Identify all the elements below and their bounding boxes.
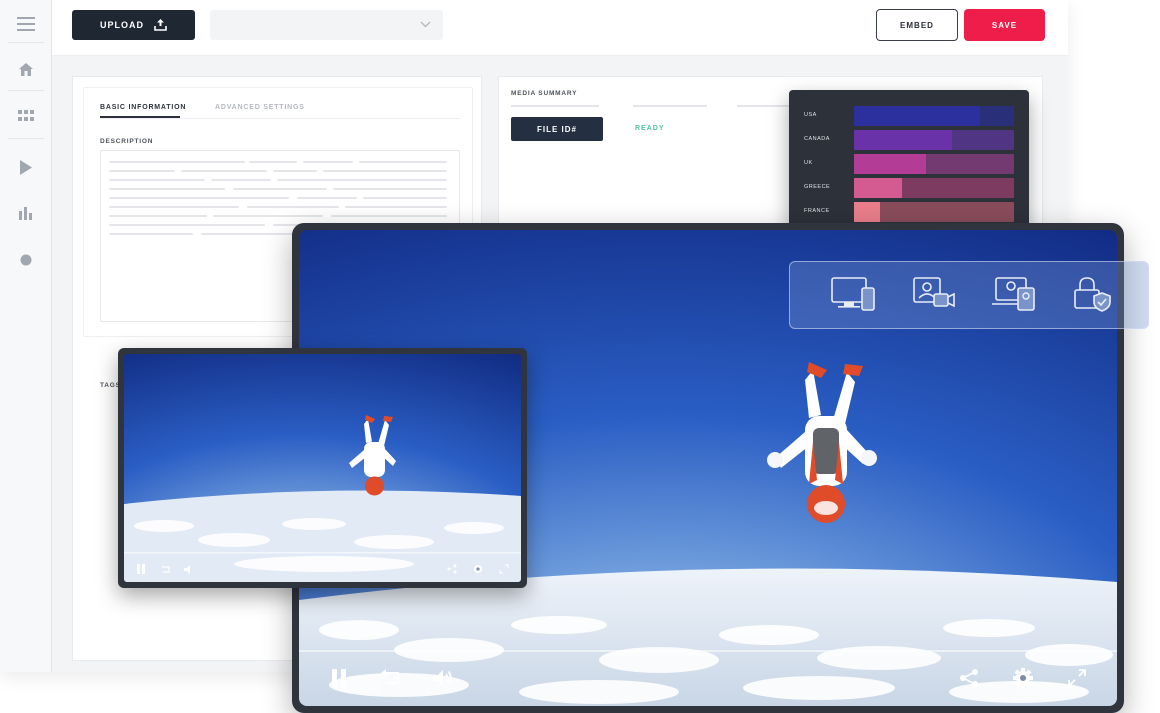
top-toolbar: UPLOAD EMBED SAVE	[52, 0, 1068, 56]
tab-advanced-settings[interactable]: ADVANCED SETTINGS	[215, 104, 305, 111]
home-icon[interactable]	[16, 59, 36, 79]
stat-bar-track	[854, 178, 1014, 198]
devices-bar	[789, 261, 1149, 329]
replay-icon[interactable]	[158, 562, 172, 576]
stat-country-label: GREECE	[804, 184, 831, 190]
file-id-button[interactable]: FILE ID#	[511, 117, 603, 141]
tab-basic-information[interactable]: BASIC INFORMATION	[100, 104, 186, 111]
volume-icon[interactable]	[429, 664, 457, 692]
status-badge: READY	[635, 125, 665, 132]
settings-icon[interactable]	[1009, 664, 1037, 692]
menu-icon[interactable]	[16, 14, 36, 34]
stat-country-label: USA	[804, 112, 817, 118]
media-select-dropdown[interactable]	[210, 10, 443, 40]
upload-icon	[154, 18, 167, 33]
stat-bar-track	[854, 202, 1014, 222]
share-icon[interactable]	[955, 664, 983, 692]
stat-bar-track	[854, 106, 1014, 126]
media-summary-title: MEDIA SUMMARY	[511, 90, 578, 97]
video-call-icon	[912, 276, 958, 316]
screen-share-icon	[992, 276, 1038, 316]
stat-bar-fill	[854, 154, 926, 174]
pause-icon[interactable]	[325, 664, 353, 692]
share-icon[interactable]	[445, 562, 459, 576]
play-icon[interactable]	[16, 157, 36, 177]
player-controls	[299, 650, 1117, 706]
stat-row: UK	[789, 154, 1029, 174]
stat-row: CANADA	[789, 130, 1029, 150]
stat-bar-track	[854, 154, 1014, 174]
country-stats-card: USA CANADA UK GREECE FRANCE	[789, 90, 1029, 242]
stat-bar-fill	[854, 202, 880, 222]
description-label: DESCRIPTION	[100, 138, 154, 145]
preview-player-controls	[124, 556, 521, 582]
settings-icon[interactable]	[471, 562, 485, 576]
fullscreen-icon[interactable]	[1063, 664, 1091, 692]
stat-country-label: UK	[804, 160, 813, 166]
summary-divider	[633, 105, 707, 107]
pause-icon[interactable]	[134, 562, 148, 576]
stat-country-label: CANADA	[804, 136, 830, 142]
stage: UPLOAD EMBED SAVE BASIC INFORMATION ADVA…	[0, 0, 1160, 713]
stat-row: USA	[789, 106, 1029, 126]
preview-video-player[interactable]	[118, 348, 527, 588]
upload-button-label: UPLOAD	[100, 20, 144, 30]
sidebar-divider	[8, 90, 44, 91]
summary-divider	[737, 105, 793, 107]
summary-divider	[511, 105, 599, 107]
sidebar	[0, 0, 52, 672]
stat-country-label: FRANCE	[804, 208, 830, 214]
stat-bar-fill	[854, 106, 980, 126]
embed-button[interactable]: EMBED	[876, 9, 958, 41]
sidebar-divider	[8, 42, 44, 43]
skydiver-scene-image	[124, 354, 521, 582]
upload-button[interactable]: UPLOAD	[72, 10, 195, 40]
grid-icon[interactable]	[16, 106, 36, 126]
analytics-icon[interactable]	[16, 202, 36, 222]
replay-icon[interactable]	[377, 664, 405, 692]
stat-bar-fill	[854, 178, 902, 198]
circle-icon[interactable]	[16, 250, 36, 270]
tab-divider	[100, 118, 460, 119]
volume-icon[interactable]	[182, 562, 196, 576]
save-button[interactable]: SAVE	[964, 9, 1045, 41]
active-tab-indicator	[100, 116, 180, 118]
stat-row: GREECE	[789, 178, 1029, 198]
chevron-down-icon	[420, 19, 431, 31]
stat-bar-fill	[854, 130, 952, 150]
stat-row: FRANCE	[789, 202, 1029, 222]
stat-bar-track	[854, 130, 1014, 150]
devices-icon	[830, 276, 876, 316]
preview-video-screen[interactable]	[124, 354, 521, 582]
sidebar-divider	[8, 138, 44, 139]
fullscreen-icon[interactable]	[497, 562, 511, 576]
lock-shield-icon	[1072, 276, 1118, 316]
